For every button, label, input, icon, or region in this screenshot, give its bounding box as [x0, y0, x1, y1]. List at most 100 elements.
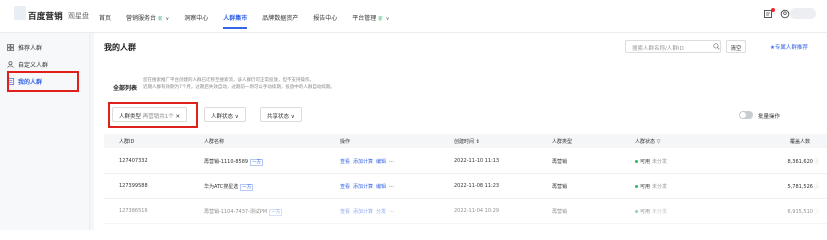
sidebar-item-recommended[interactable]: 推荐人群	[7, 40, 87, 54]
logo-mark	[14, 6, 26, 20]
new-badge: 新	[158, 17, 163, 22]
cell-audience-type: 再营销	[552, 159, 568, 165]
add-calc-link[interactable]: 添加计算	[353, 184, 373, 190]
info-icon[interactable]: ⓘ	[814, 209, 819, 215]
brand-name[interactable]: 百度营销	[28, 10, 63, 22]
notice-line: 近期人群有效期为7个月，过期后失效自动，过期前一周可以手动续期，投放中的人群自动…	[143, 85, 335, 90]
cell-audience-id: 127399588	[119, 183, 148, 189]
new-badge: 新	[378, 17, 383, 22]
share-status: 未分发	[652, 209, 668, 215]
column-header-id: 人群ID	[119, 139, 135, 145]
view-link[interactable]: 查看	[340, 184, 350, 190]
filter-audience-status[interactable]: 人群状态 ∨	[204, 107, 246, 122]
user-icon	[7, 60, 14, 68]
main-nav: 首页 营销服务台新 ∨ 洞察中心 人群集市 品牌数据资产 报告中心 平台管理新 ∨	[99, 0, 404, 33]
grid-icon	[7, 43, 14, 51]
highlight-box	[108, 102, 198, 128]
notice-text: 您在搜索推广平台创建的人群已迁移至搜索流，该人群仍可正常投放，但不支持操作。 近…	[143, 77, 335, 91]
top-navigation-bar: 百度营销 观星盘 首页 营销服务台新 ∨ 洞察中心 人群集市 品牌数据资产 报告中…	[0, 0, 827, 33]
cell-audience-name: 再营销-1104-7437-测试PM 一方	[204, 209, 283, 216]
cell-audience-status: 可用 未分发	[635, 183, 667, 190]
column-header-status[interactable]: 人群状态 ▽	[635, 138, 660, 145]
sidebar-item-custom[interactable]: 自定义人群	[7, 57, 87, 71]
cell-operations: 查看 添加计算 编辑 ···	[340, 183, 397, 190]
table-row: 127407332 再营销-1110-8589 一方 查看 添加计算 编辑 ··· 20…	[104, 149, 827, 174]
cell-created-time: 2022-11-04 10:29	[454, 208, 500, 214]
cell-coverage: 8,361,620ⓘ	[787, 159, 819, 165]
cell-audience-type: 再营销	[552, 209, 568, 215]
status-dot	[635, 210, 638, 213]
edit-link[interactable]: 编辑	[376, 159, 386, 165]
cell-audience-name: 再营销-1110-8589 一方	[204, 159, 264, 166]
cell-created-time: 2022-11-08 11:23	[454, 183, 500, 189]
batch-operation-toggle[interactable]	[739, 111, 753, 119]
column-header-operations: 操作	[340, 139, 351, 145]
column-header-coverage: 覆盖人数	[790, 139, 811, 145]
cell-audience-type: 再营销	[552, 184, 568, 190]
more-icon[interactable]: ···	[389, 209, 394, 215]
filter-label: 共享状态	[267, 114, 290, 120]
highlight-box	[7, 71, 79, 92]
account-icon[interactable]	[780, 9, 790, 19]
filter-label: 人群状态	[211, 114, 234, 120]
share-status: 未分发	[652, 159, 668, 165]
batch-operation-label: 批量操作	[758, 114, 781, 120]
account-name-redacted[interactable]	[790, 8, 816, 19]
nav-item-marketing-service[interactable]: 营销服务台新 ∨	[126, 0, 169, 33]
first-party-tag: 一方	[250, 159, 264, 166]
search-input[interactable]: 搜索人群名称/人群ID	[625, 40, 721, 53]
first-party-tag: 一方	[269, 209, 283, 216]
cell-audience-id: 127407332	[119, 158, 148, 164]
cell-audience-name: 华为ATC搜星选 一方	[204, 184, 254, 191]
cell-audience-status: 可用 未分发	[635, 208, 667, 215]
page-title: 我的人群	[104, 43, 136, 52]
cell-audience-id: 127386516	[119, 208, 148, 214]
column-header-created-time[interactable]: 创建时间 ⇕	[454, 138, 480, 145]
info-icon[interactable]: ⓘ	[814, 184, 819, 190]
status-dot	[635, 160, 638, 163]
info-icon[interactable]: ⓘ	[814, 159, 819, 165]
more-icon[interactable]: ···	[389, 184, 394, 190]
distribute-link[interactable]: 分发	[376, 209, 386, 215]
cell-coverage: 5,781,526ⓘ	[787, 184, 819, 190]
first-party-tag: 一方	[240, 184, 254, 191]
cell-operations: 查看 添加计算 编辑 ···	[340, 158, 397, 165]
add-calc-link[interactable]: 添加计算	[353, 159, 373, 165]
search-placeholder: 搜索人群名称/人群ID	[632, 46, 684, 52]
sidebar: 推荐人群 自定义人群 我的人群	[0, 33, 90, 230]
clear-button[interactable]: 清空	[726, 40, 746, 53]
search-icon[interactable]	[713, 43, 720, 50]
status-dot	[635, 185, 638, 188]
column-header-name: 人群名称	[204, 139, 225, 145]
cell-operations: 查看 添加计算 分发 ···	[340, 208, 397, 215]
nav-item-report-center[interactable]: 报告中心	[313, 0, 337, 33]
cell-audience-status: 可用 未分发	[635, 158, 667, 165]
tab-all-list[interactable]: 全部列表	[113, 83, 137, 92]
column-header-type[interactable]: 人群类型	[552, 138, 572, 145]
nav-item-home[interactable]: 首页	[99, 0, 111, 33]
view-link[interactable]: 查看	[340, 209, 350, 215]
exclusive-recommendation-link[interactable]: ★专属人群推荐	[770, 43, 808, 51]
sidebar-item-label: 自定义人群	[18, 61, 49, 69]
more-icon[interactable]: ···	[389, 159, 394, 165]
cell-created-time: 2022-11-10 11:13	[454, 158, 500, 164]
add-calc-link[interactable]: 添加计算	[353, 209, 373, 215]
notification-dot	[771, 8, 775, 12]
edit-link[interactable]: 编辑	[376, 184, 386, 190]
main-content: 我的人群 搜索人群名称/人群ID 清空 ★专属人群推荐 全部列表 您在搜索推广平…	[90, 33, 827, 230]
cell-coverage: 6,915,510ⓘ	[787, 209, 819, 215]
nav-item-platform-management[interactable]: 平台管理新 ∨	[352, 0, 389, 33]
share-status: 未分发	[652, 184, 668, 190]
filter-share-status[interactable]: 共享状态 ∨	[260, 107, 302, 122]
table-row: 127399588 华为ATC搜星选 一方 查看 添加计算 编辑 ··· 2022-11…	[104, 174, 827, 199]
nav-item-audience-market[interactable]: 人群集市	[223, 0, 248, 33]
nav-item-brand-data-assets[interactable]: 品牌数据资产	[262, 0, 298, 33]
view-link[interactable]: 查看	[340, 159, 350, 165]
chevron-down-icon: ∨	[290, 114, 295, 120]
table-row: 127386516 再营销-1104-7437-测试PM 一方 查看 添加计算 分发 ·…	[104, 199, 827, 224]
chevron-down-icon: ∨	[385, 16, 390, 22]
nav-item-insight-center[interactable]: 洞察中心	[184, 0, 208, 33]
chevron-down-icon: ∨	[234, 114, 239, 120]
chevron-down-icon: ∨	[165, 16, 170, 22]
notice-line: 您在搜索推广平台创建的人群已迁移至搜索流，该人群仍可正常投放，但不支持操作。	[143, 78, 314, 83]
